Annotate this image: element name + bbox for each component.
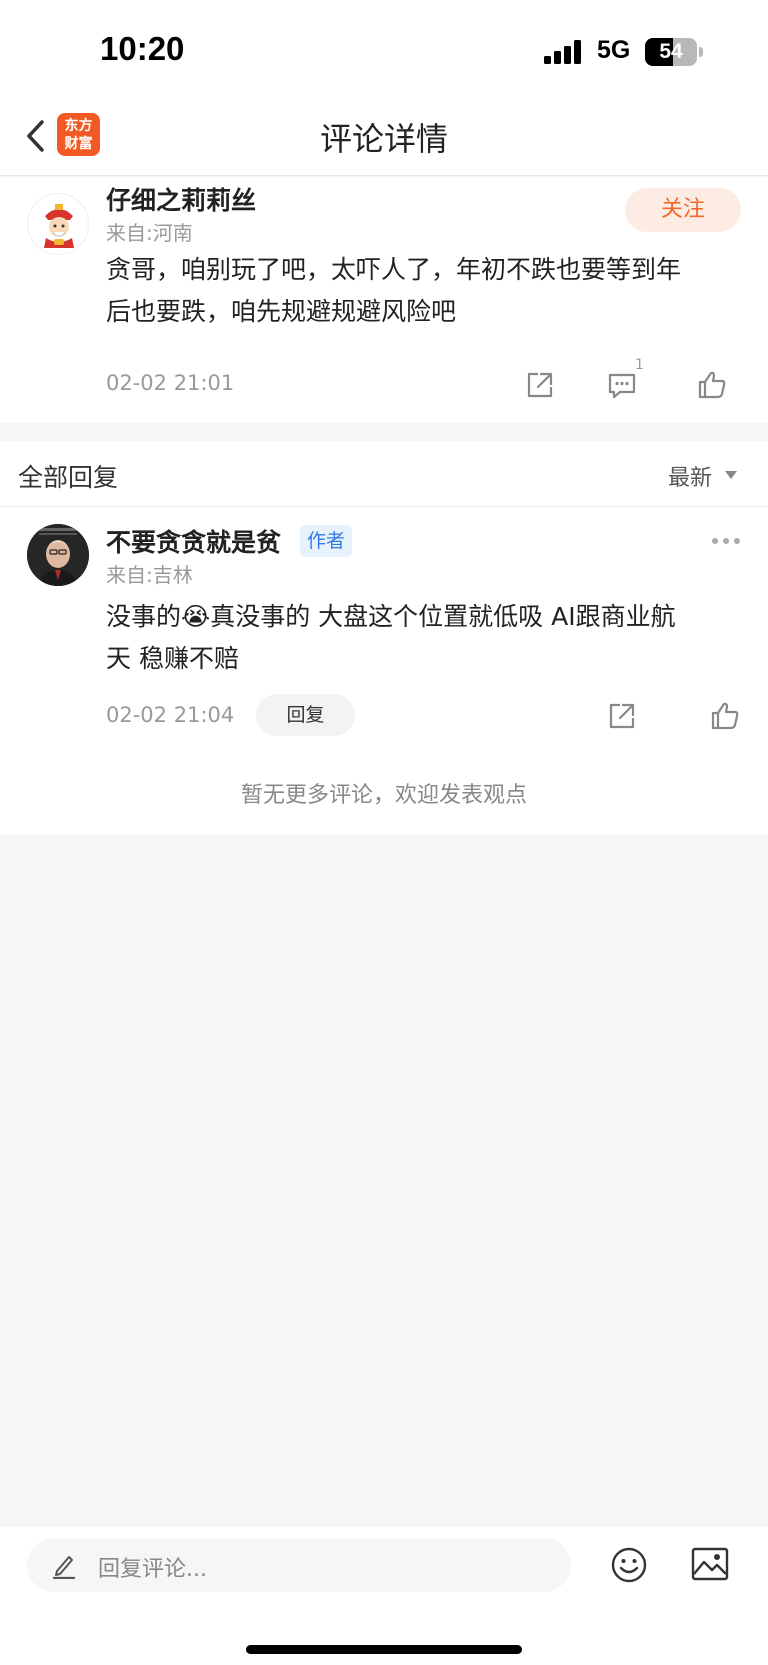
- reply-user-name[interactable]: 不要贪贪就是贫: [106, 523, 281, 559]
- network-label: 5G: [597, 36, 631, 64]
- comment-text-line-2: 后也要跌，咱先规避规避风险吧: [106, 297, 457, 326]
- signal-icon: [544, 40, 581, 64]
- home-indicator: [246, 1645, 522, 1654]
- reply-placeholder: 回复评论...: [98, 1557, 207, 1582]
- battery-level: 54: [659, 40, 683, 63]
- replies-section: 全部回复 最新 不要贪贪就是贫 作者 来自:吉林 没事的😭真没事的 大盘这个位置…: [0, 441, 768, 834]
- comment-timestamp: 02-02 21:01: [106, 371, 235, 395]
- reply-input[interactable]: 回复评论...: [27, 1538, 571, 1592]
- main-comment: 仔细之莉莉丝 来自:河南 关注 贪哥，咱别玩了吧，太吓人了，年初不跌也要等到年 …: [0, 177, 768, 423]
- status-bar: 10:20 5G 54: [0, 0, 768, 100]
- more-icon[interactable]: [711, 537, 741, 545]
- section-divider: [0, 423, 768, 441]
- share-icon[interactable]: [524, 369, 556, 401]
- reply-text-line-1: 没事的😭真没事的 大盘这个位置就低吸 AI跟商业航: [106, 602, 676, 631]
- author-badge: 作者: [300, 525, 353, 557]
- comment-location: 来自:河南: [106, 221, 193, 245]
- nav-bar: 东方 财富 评论详情: [0, 100, 768, 176]
- comment-text-line-1: 贪哥，咱别玩了吧，太吓人了，年初不跌也要等到年: [106, 255, 682, 284]
- reply-timestamp: 02-02 21:04: [106, 703, 235, 727]
- reply-text-line-2: 天 稳赚不赔: [106, 644, 239, 673]
- caret-down-icon[interactable]: [725, 471, 737, 479]
- bottom-bar: 回复评论...: [0, 1525, 768, 1665]
- image-icon[interactable]: [690, 1546, 730, 1582]
- god-of-wealth-avatar-icon: [29, 195, 88, 254]
- comment-user-name[interactable]: 仔细之莉莉丝: [106, 181, 256, 217]
- like-icon[interactable]: [696, 369, 728, 401]
- share-icon[interactable]: [606, 700, 638, 732]
- reply-button[interactable]: 回复: [256, 694, 355, 736]
- replies-header: 全部回复 最新: [0, 441, 768, 507]
- reply-count: 1: [635, 357, 644, 373]
- portrait-avatar-icon: [27, 524, 89, 586]
- avatar[interactable]: [27, 524, 89, 586]
- follow-button[interactable]: 关注: [625, 188, 741, 232]
- avatar[interactable]: [27, 193, 89, 255]
- battery-cap: [699, 47, 703, 57]
- pencil-icon: [52, 1556, 76, 1579]
- comment-icon[interactable]: [606, 369, 638, 401]
- battery-icon: 54: [645, 38, 697, 66]
- reply-location: 来自:吉林: [106, 563, 193, 587]
- page-title: 评论详情: [319, 120, 448, 158]
- status-time: 10:20: [100, 30, 185, 67]
- like-icon[interactable]: [709, 700, 741, 732]
- no-more-comments: 暂无更多评论，欢迎发表观点: [240, 783, 527, 808]
- sort-dropdown[interactable]: 最新: [668, 460, 712, 492]
- emoji-icon[interactable]: [610, 1546, 648, 1584]
- replies-title: 全部回复: [18, 463, 119, 492]
